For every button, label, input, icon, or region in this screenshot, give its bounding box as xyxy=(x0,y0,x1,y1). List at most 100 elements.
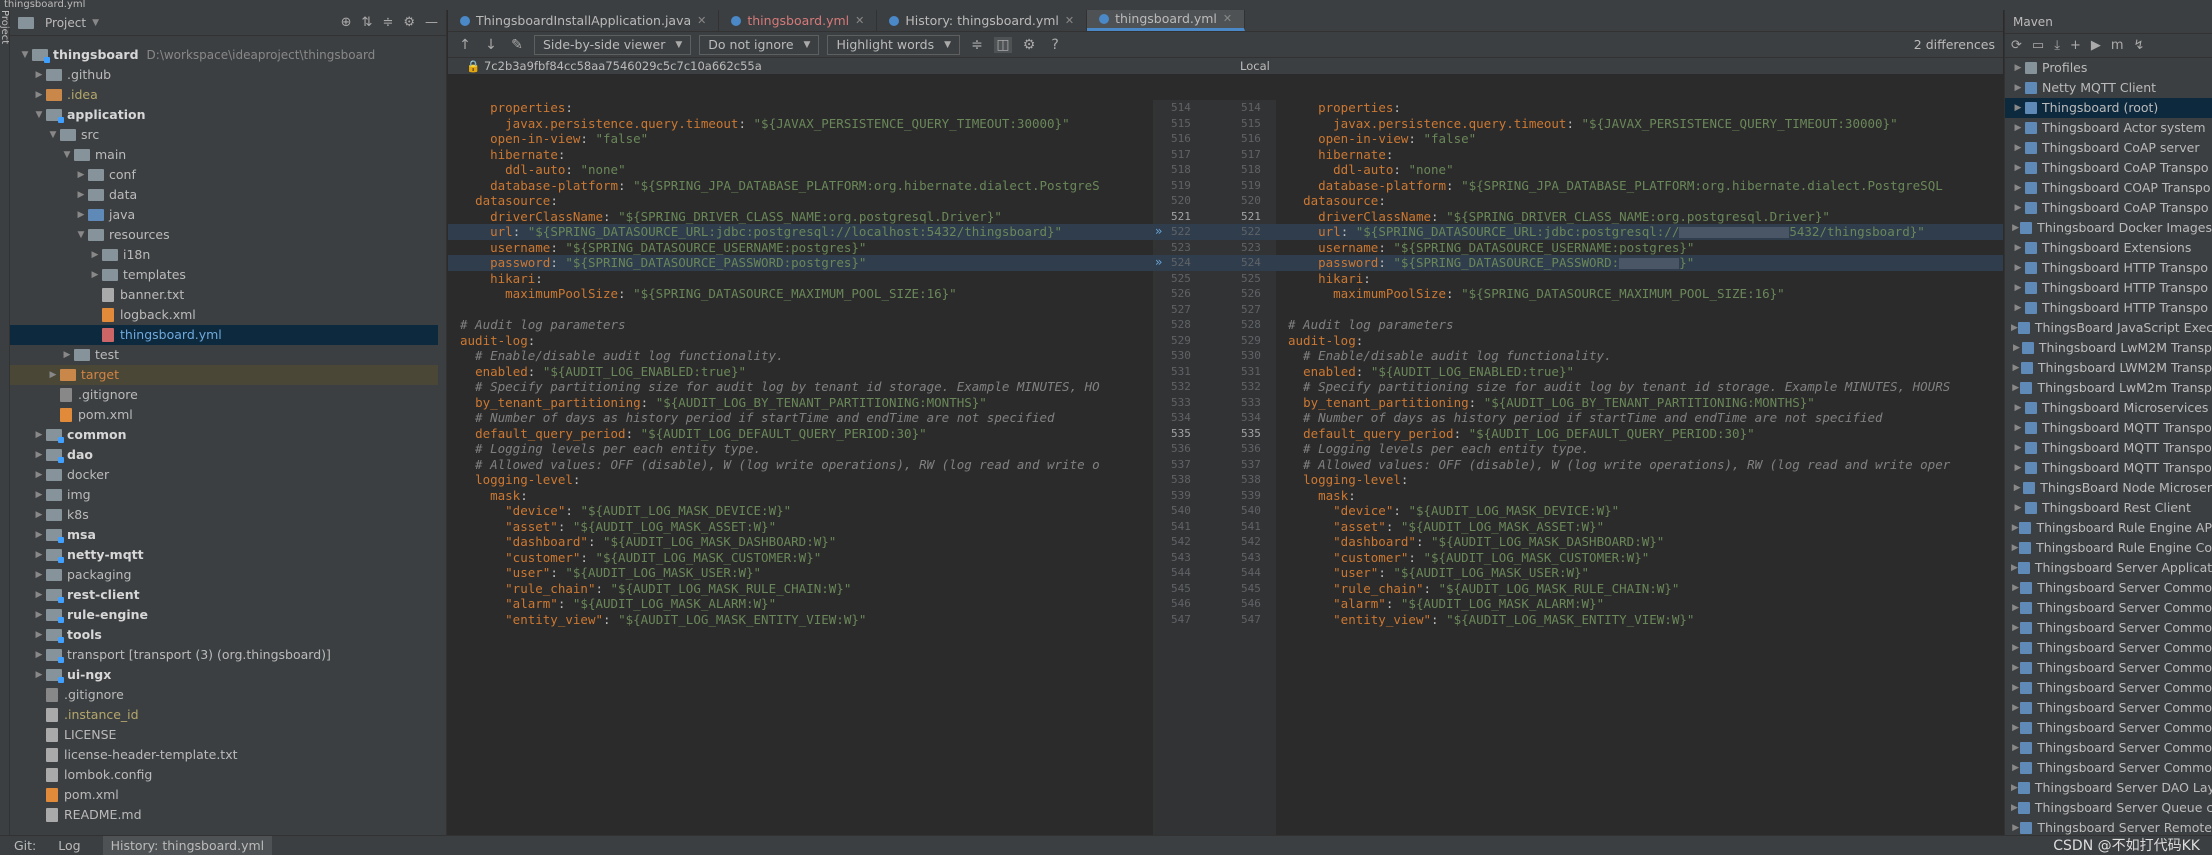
tree-item[interactable]: ▼ thingsboard D:\workspace\ideaproject\thi… xyxy=(10,45,438,65)
reload-icon[interactable]: ⟳ xyxy=(2011,38,2022,53)
chevron-right-icon[interactable]: ▶ xyxy=(32,665,46,685)
chevron-right-icon[interactable]: ▶ xyxy=(2011,578,2020,598)
chevron-right-icon[interactable]: ▶ xyxy=(2011,658,2020,678)
maven-project-item[interactable]: ▶ Thingsboard LwM2m Transp xyxy=(2005,378,2212,398)
maven-project-item[interactable]: ▶ Thingsboard Server Commo xyxy=(2005,698,2212,718)
tree-item[interactable]: ▶ docker xyxy=(10,465,438,485)
maven-project-item[interactable]: ▶ Thingsboard Server DAO Lay xyxy=(2005,778,2212,798)
chevron-down-icon[interactable]: ▼ xyxy=(74,225,88,245)
maven-project-item[interactable]: ▶ Thingsboard MQTT Transpo xyxy=(2005,438,2212,458)
maven-project-item[interactable]: ▶ Thingsboard MQTT Transpo xyxy=(2005,458,2212,478)
maven-project-item[interactable]: ▶ Thingsboard LwM2M Transp xyxy=(2005,338,2212,358)
chevron-right-icon[interactable]: ▶ xyxy=(2011,238,2025,258)
chevron-right-icon[interactable]: ▶ xyxy=(2011,518,2019,538)
right-diff-pane[interactable]: properties: javax.persistence.query.time… xyxy=(1276,100,2003,835)
chevron-right-icon[interactable]: ▶ xyxy=(2011,798,2018,818)
chevron-down-icon[interactable]: ▼ xyxy=(32,105,46,125)
editor-tab[interactable]: thingsboard.yml ✕ xyxy=(1087,8,1246,31)
tree-item[interactable]: .instance_id xyxy=(10,705,438,725)
chevron-right-icon[interactable]: ▶ xyxy=(2011,718,2020,738)
project-tree[interactable]: ▼ thingsboard D:\workspace\ideaproject\thi… xyxy=(10,45,438,835)
tree-item[interactable]: ▶ netty-mqtt xyxy=(10,545,438,565)
maven-project-item[interactable]: ▶ Thingsboard CoAP server xyxy=(2005,138,2212,158)
chevron-right-icon[interactable]: ▶ xyxy=(88,245,102,265)
add-icon[interactable]: + xyxy=(2070,38,2081,53)
tree-item[interactable]: pom.xml xyxy=(10,405,438,425)
chevron-right-icon[interactable]: ▶ xyxy=(74,185,88,205)
chevron-right-icon[interactable]: ▶ xyxy=(2011,418,2025,438)
maven-project-item[interactable]: ▶ Thingsboard MQTT Transpo xyxy=(2005,418,2212,438)
tree-item[interactable]: banner.txt xyxy=(10,285,438,305)
maven-project-item[interactable]: ▶ Thingsboard HTTP Transpo xyxy=(2005,278,2212,298)
tree-item[interactable]: ▶ tools xyxy=(10,625,438,645)
editor-tab[interactable]: History: thingsboard.yml ✕ xyxy=(877,10,1088,31)
tree-item[interactable]: lombok.config xyxy=(10,765,438,785)
tree-item[interactable]: .gitignore xyxy=(10,685,438,705)
chevron-right-icon[interactable]: ▶ xyxy=(2011,558,2018,578)
chevron-right-icon[interactable]: ▶ xyxy=(2011,258,2025,278)
tree-item[interactable]: ▼ src xyxy=(10,125,438,145)
tree-item[interactable]: ▶ rule-engine xyxy=(10,605,438,625)
tree-item[interactable]: license-header-template.txt xyxy=(10,745,438,765)
run-icon[interactable]: ▶ xyxy=(2091,38,2101,53)
apply-change-icon[interactable]: » xyxy=(1155,255,1162,271)
maven-project-item[interactable]: ▶ Thingsboard Server Commo xyxy=(2005,718,2212,738)
chevron-right-icon[interactable]: ▶ xyxy=(2011,138,2025,158)
chevron-right-icon[interactable]: ▶ xyxy=(2011,438,2025,458)
history-tab[interactable]: History: thingsboard.yml xyxy=(102,835,273,855)
chevron-right-icon[interactable]: ▶ xyxy=(32,545,46,565)
tree-item[interactable]: ▶ common xyxy=(10,425,438,445)
chevron-right-icon[interactable]: ▶ xyxy=(46,365,60,385)
tree-item[interactable]: ▶ data xyxy=(10,185,438,205)
chevron-right-icon[interactable]: ▶ xyxy=(2011,458,2025,478)
tree-item[interactable]: ▶ img xyxy=(10,485,438,505)
chevron-right-icon[interactable]: ▶ xyxy=(2011,498,2025,518)
tree-item[interactable]: ▶ k8s xyxy=(10,505,438,525)
chevron-right-icon[interactable]: ▶ xyxy=(2011,778,2018,798)
chevron-right-icon[interactable]: ▶ xyxy=(32,485,46,505)
project-panel-title[interactable]: Project xyxy=(45,16,86,30)
maven-project-item[interactable]: ▶ Thingsboard CoAP Transpo xyxy=(2005,158,2212,178)
chevron-right-icon[interactable]: ▶ xyxy=(32,445,46,465)
tree-item[interactable]: ▶ .idea xyxy=(10,85,438,105)
chevron-right-icon[interactable]: ▶ xyxy=(2011,378,2020,398)
tree-item[interactable]: ▶ rest-client xyxy=(10,585,438,605)
edit-icon[interactable]: ✎ xyxy=(508,37,526,53)
maven-project-item[interactable]: ▶ Thingsboard HTTP Transpo xyxy=(2005,258,2212,278)
toggle-offline-icon[interactable]: ↯ xyxy=(2134,38,2145,53)
tree-item[interactable]: ▼ main xyxy=(10,145,438,165)
collapse-unchanged-icon[interactable]: ≑ xyxy=(968,37,986,53)
apply-change-icon[interactable]: » xyxy=(1155,224,1162,240)
left-diff-pane[interactable]: properties: javax.persistence.query.time… xyxy=(448,100,1153,835)
tree-item[interactable]: ▶ conf xyxy=(10,165,438,185)
tree-item[interactable]: ▶ packaging xyxy=(10,565,438,585)
maven-project-item[interactable]: ▶ Thingsboard Microservices xyxy=(2005,398,2212,418)
chevron-right-icon[interactable]: ▶ xyxy=(2011,678,2020,698)
editor-tab[interactable]: thingsboard.yml ✕ xyxy=(719,10,878,31)
tree-item[interactable]: LICENSE xyxy=(10,725,438,745)
tree-item[interactable]: logback.xml xyxy=(10,305,438,325)
maven-project-item[interactable]: ▶ Thingsboard Server Applicat xyxy=(2005,558,2212,578)
chevron-right-icon[interactable]: ▶ xyxy=(2011,198,2025,218)
tree-item[interactable]: ▼ application xyxy=(10,105,438,125)
tree-item[interactable]: ▶ templates xyxy=(10,265,438,285)
project-tool-tab[interactable]: Project xyxy=(0,10,10,44)
tree-item[interactable]: ▶ ui-ngx xyxy=(10,665,438,685)
close-icon[interactable]: ✕ xyxy=(1223,8,1232,30)
maven-project-item[interactable]: ▶ Thingsboard Server Commo xyxy=(2005,618,2212,638)
chevron-right-icon[interactable]: ▶ xyxy=(32,605,46,625)
gear-icon[interactable]: ⚙ xyxy=(403,15,415,30)
maven-project-item[interactable]: ▶ Thingsboard Server Commo xyxy=(2005,658,2212,678)
chevron-right-icon[interactable]: ▶ xyxy=(32,625,46,645)
maven-project-item[interactable]: ▶ Profiles xyxy=(2005,58,2212,78)
chevron-right-icon[interactable]: ▶ xyxy=(74,165,88,185)
maven-project-list[interactable]: ▶ Profiles ▶ Netty MQTT Client ▶ Thingsboard … xyxy=(2005,58,2212,835)
maven-project-item[interactable]: ▶ ThingsBoard JavaScript Exec xyxy=(2005,318,2212,338)
maven-project-item[interactable]: ▶ ThingsBoard Node Microser xyxy=(2005,478,2212,498)
left-tool-strip[interactable]: Project xyxy=(0,10,10,835)
chevron-right-icon[interactable]: ▶ xyxy=(2011,78,2025,98)
maven-project-item[interactable]: ▶ Thingsboard Rest Client xyxy=(2005,498,2212,518)
chevron-right-icon[interactable]: ▶ xyxy=(2011,738,2020,758)
arrow-up-icon[interactable]: ↑ xyxy=(456,37,474,53)
maven-goal-icon[interactable]: m xyxy=(2111,38,2124,53)
